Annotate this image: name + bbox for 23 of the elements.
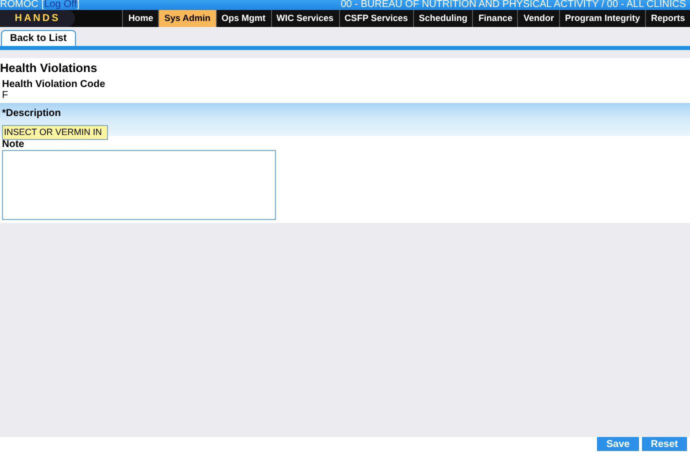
user-name: ROMOC <box>0 0 38 10</box>
nav-tab[interactable]: Scheduling <box>412 10 472 27</box>
logo-text: HANDS <box>14 12 60 26</box>
nav-tab[interactable]: Finance <box>472 10 518 27</box>
bracket: [ <box>40 0 44 10</box>
back-to-list-button[interactable]: Back to List <box>1 30 76 46</box>
nav-tab[interactable]: Vendor <box>517 10 559 27</box>
note-field[interactable] <box>2 150 276 220</box>
location-text: 00 - BUREAU OF NUTRITION AND PHYSICAL ACTIVITY / 00 - ALL CLINICS <box>340 0 687 10</box>
nav-tab[interactable]: WIC Services <box>270 10 339 27</box>
field-value: F <box>1 90 10 101</box>
nav-tab[interactable]: Sys Admin <box>158 10 216 27</box>
field-label: Health Violation Code <box>1 79 106 90</box>
page-title: Health Violations <box>0 61 98 77</box>
description-field[interactable]: INSECT OR VERMIN IN <box>2 124 108 140</box>
nav-tab[interactable]: Program Integrity <box>558 10 645 27</box>
field-label: *Description <box>2 108 62 119</box>
nav-tab[interactable]: Ops Mgmt <box>216 10 271 27</box>
nav-tab[interactable]: Reports <box>644 10 690 27</box>
nav-tab[interactable]: Home <box>122 10 158 27</box>
nav-tab[interactable]: CSFP Services <box>338 10 413 27</box>
bracket: ] <box>76 0 80 10</box>
field-label: Note <box>2 139 26 150</box>
